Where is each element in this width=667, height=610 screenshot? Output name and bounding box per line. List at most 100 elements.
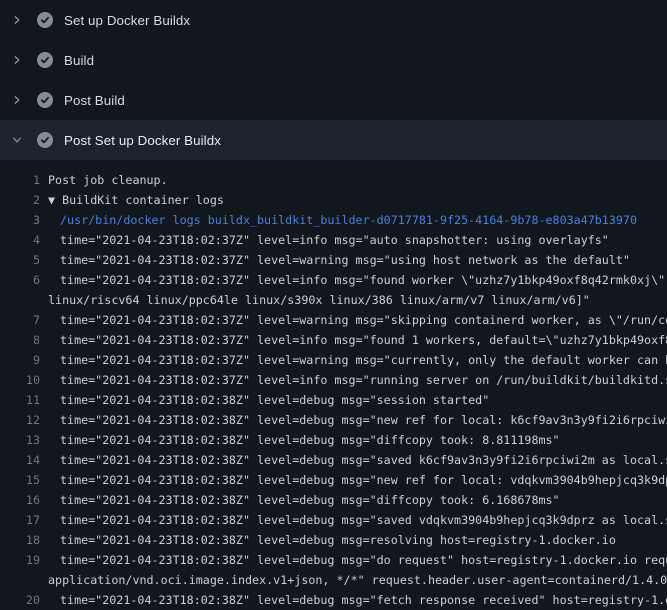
- log-indent: [40, 450, 60, 470]
- log-indent: [40, 570, 48, 590]
- line-number[interactable]: 9: [0, 350, 40, 370]
- line-number[interactable]: 13: [0, 430, 40, 450]
- log-text: time="2021-04-23T18:02:38Z" level=debug …: [60, 470, 667, 490]
- log-indent: [40, 390, 60, 410]
- step-row[interactable]: Build: [0, 40, 667, 80]
- log-row: 18 time="2021-04-23T18:02:38Z" level=deb…: [0, 530, 667, 550]
- log-row: 13 time="2021-04-23T18:02:38Z" level=deb…: [0, 430, 667, 450]
- log-row: 20 time="2021-04-23T18:02:38Z" level=deb…: [0, 590, 667, 610]
- log-row: 10 time="2021-04-23T18:02:37Z" level=inf…: [0, 370, 667, 390]
- line-number: [0, 570, 40, 590]
- log-row: 19 time="2021-04-23T18:02:38Z" level=deb…: [0, 550, 667, 570]
- log-text: time="2021-04-23T18:02:38Z" level=debug …: [60, 410, 667, 430]
- line-number: [0, 290, 40, 310]
- log-text: time="2021-04-23T18:02:38Z" level=debug …: [60, 510, 667, 530]
- log-row: 12 time="2021-04-23T18:02:38Z" level=deb…: [0, 410, 667, 430]
- log-text: time="2021-04-23T18:02:37Z" level=warnin…: [60, 350, 667, 370]
- log-text: linux/riscv64 linux/ppc64le linux/s390x …: [48, 290, 590, 310]
- log-indent: [40, 330, 60, 350]
- log-row: linux/riscv64 linux/ppc64le linux/s390x …: [0, 290, 667, 310]
- log-indent: [40, 490, 60, 510]
- line-number[interactable]: 16: [0, 490, 40, 510]
- line-number[interactable]: 14: [0, 450, 40, 470]
- log-text: time="2021-04-23T18:02:37Z" level=warnin…: [60, 310, 667, 330]
- group-expand-marker[interactable]: ▼: [48, 190, 62, 210]
- step-label: Post Build: [64, 93, 125, 108]
- log-text: time="2021-04-23T18:02:38Z" level=debug …: [60, 490, 560, 510]
- log-text: time="2021-04-23T18:02:38Z" level=debug …: [60, 430, 560, 450]
- log-text: time="2021-04-23T18:02:38Z" level=debug …: [60, 450, 667, 470]
- log-row: 17 time="2021-04-23T18:02:38Z" level=deb…: [0, 510, 667, 530]
- log-row: application/vnd.oci.image.index.v1+json,…: [0, 570, 667, 590]
- log-row: 4 time="2021-04-23T18:02:37Z" level=info…: [0, 230, 667, 250]
- log-text: time="2021-04-23T18:02:37Z" level=info m…: [60, 330, 667, 350]
- check-circle-icon: [37, 132, 53, 148]
- check-circle-icon: [37, 52, 53, 68]
- step-row[interactable]: Set up Docker Buildx: [0, 0, 667, 40]
- line-number[interactable]: 5: [0, 250, 40, 270]
- log-indent: [40, 170, 48, 190]
- log-text: time="2021-04-23T18:02:37Z" level=info m…: [60, 230, 609, 250]
- log-row: 2 ▼ BuildKit container logs: [0, 190, 667, 210]
- step-row[interactable]: Post Build: [0, 80, 667, 120]
- log-row: 3 /usr/bin/docker logs buildx_buildkit_b…: [0, 210, 667, 230]
- chevron-right-icon: [10, 53, 24, 67]
- log-row: 6 time="2021-04-23T18:02:37Z" level=info…: [0, 270, 667, 290]
- log-indent: [40, 470, 60, 490]
- log-text: time="2021-04-23T18:02:37Z" level=info m…: [60, 370, 667, 390]
- log-indent: [40, 210, 60, 230]
- line-number[interactable]: 2: [0, 190, 40, 210]
- chevron-right-icon: [10, 13, 24, 27]
- log-text: /usr/bin/docker logs buildx_buildkit_bui…: [60, 210, 637, 230]
- log-indent: [40, 270, 60, 290]
- log-indent: [40, 190, 48, 210]
- log-text: BuildKit container logs: [62, 190, 224, 210]
- line-number[interactable]: 11: [0, 390, 40, 410]
- line-number[interactable]: 10: [0, 370, 40, 390]
- log-text: time="2021-04-23T18:02:38Z" level=debug …: [60, 390, 489, 410]
- line-number[interactable]: 7: [0, 310, 40, 330]
- log-indent: [40, 530, 60, 550]
- log-indent: [40, 370, 60, 390]
- log-area: 1 Post job cleanup. 2 ▼ BuildKit contain…: [0, 160, 667, 610]
- line-number[interactable]: 1: [0, 170, 40, 190]
- log-text: application/vnd.oci.image.index.v1+json,…: [48, 570, 667, 590]
- log-row: 16 time="2021-04-23T18:02:38Z" level=deb…: [0, 490, 667, 510]
- log-row: 1 Post job cleanup.: [0, 170, 667, 190]
- line-number[interactable]: 19: [0, 550, 40, 570]
- log-row: 5 time="2021-04-23T18:02:37Z" level=warn…: [0, 250, 667, 270]
- line-number[interactable]: 20: [0, 590, 40, 610]
- log-row: 15 time="2021-04-23T18:02:38Z" level=deb…: [0, 470, 667, 490]
- line-number[interactable]: 12: [0, 410, 40, 430]
- log-indent: [40, 550, 60, 570]
- line-number[interactable]: 15: [0, 470, 40, 490]
- line-number[interactable]: 4: [0, 230, 40, 250]
- chevron-right-icon: [10, 93, 24, 107]
- log-text: time="2021-04-23T18:02:38Z" level=debug …: [60, 550, 667, 570]
- line-number[interactable]: 8: [0, 330, 40, 350]
- line-number[interactable]: 6: [0, 270, 40, 290]
- log-row: 11 time="2021-04-23T18:02:38Z" level=deb…: [0, 390, 667, 410]
- log-row: 14 time="2021-04-23T18:02:38Z" level=deb…: [0, 450, 667, 470]
- log-indent: [40, 250, 60, 270]
- line-number[interactable]: 18: [0, 530, 40, 550]
- log-indent: [40, 310, 60, 330]
- log-text: time="2021-04-23T18:02:37Z" level=warnin…: [60, 250, 630, 270]
- line-number[interactable]: 3: [0, 210, 40, 230]
- log-text: time="2021-04-23T18:02:37Z" level=info m…: [60, 270, 667, 290]
- log-indent: [40, 590, 60, 610]
- steps-list: Set up Docker Buildx Build P: [0, 0, 667, 160]
- step-row[interactable]: Post Set up Docker Buildx: [0, 120, 667, 160]
- log-indent: [40, 510, 60, 530]
- log-indent: [40, 290, 48, 310]
- log-indent: [40, 430, 60, 450]
- log-row: 8 time="2021-04-23T18:02:37Z" level=info…: [0, 330, 667, 350]
- check-circle-icon: [37, 92, 53, 108]
- step-label: Set up Docker Buildx: [64, 13, 190, 28]
- log-text: time="2021-04-23T18:02:38Z" level=debug …: [60, 590, 667, 610]
- line-number[interactable]: 17: [0, 510, 40, 530]
- step-label: Build: [64, 53, 94, 68]
- log-text: time="2021-04-23T18:02:38Z" level=debug …: [60, 530, 616, 550]
- chevron-down-icon: [10, 133, 24, 147]
- check-circle-icon: [37, 12, 53, 28]
